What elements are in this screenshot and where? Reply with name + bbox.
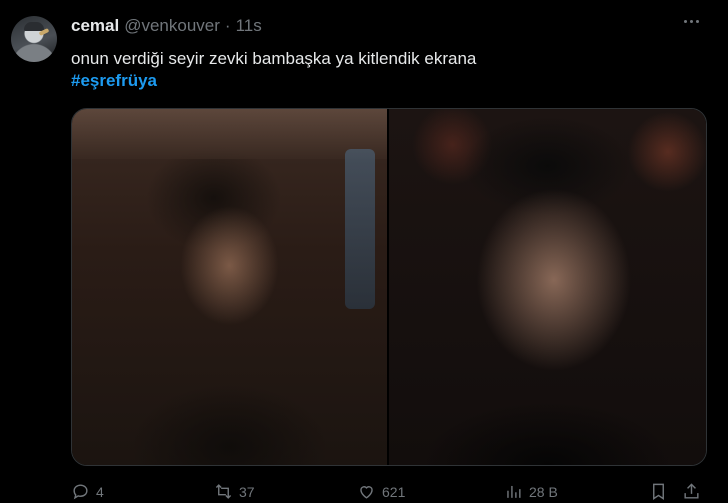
share-icon [684,483,699,499]
bookmark-icon [653,483,664,500]
tweet-actions: 4 37 621 28 B [71,482,714,503]
photo-background-drape [72,109,387,159]
tweet-text: onun verdiği seyir zevki bambaşka ya kit… [71,49,477,68]
repost-count: 37 [239,483,255,500]
photo-background-lamp [345,149,375,309]
repost-button[interactable]: 37 [214,482,255,501]
reply-icon [73,484,88,500]
reply-button[interactable]: 4 [71,482,104,501]
like-button[interactable]: 621 [357,482,405,501]
avatar-hat-shape [24,22,44,31]
more-options-icon[interactable] [684,20,699,23]
separator-dot: · [224,16,231,35]
repost-icon [215,484,232,499]
views-count: 28 B [529,483,558,500]
timestamp[interactable]: 11s [236,16,262,36]
tweet-header: cemal @venkouver · 11s [71,16,262,36]
share-button[interactable] [682,482,701,501]
media-grid [71,108,707,466]
tweet[interactable]: cemal @venkouver · 11s onun verdiği seyi… [0,0,728,503]
hashtag-link[interactable]: #eşrefrüya [71,71,157,91]
analytics-icon [507,485,521,498]
user-handle[interactable]: @venkouver [124,16,220,36]
bookmark-button[interactable] [649,482,668,501]
display-name[interactable]: cemal [71,16,119,36]
avatar[interactable] [11,16,57,62]
reply-count: 4 [96,483,104,500]
views-button[interactable]: 28 B [504,482,558,501]
media-photo-1[interactable] [72,109,387,465]
like-count: 621 [382,483,406,500]
media-photo-2[interactable] [389,109,706,465]
heart-icon [360,486,373,499]
